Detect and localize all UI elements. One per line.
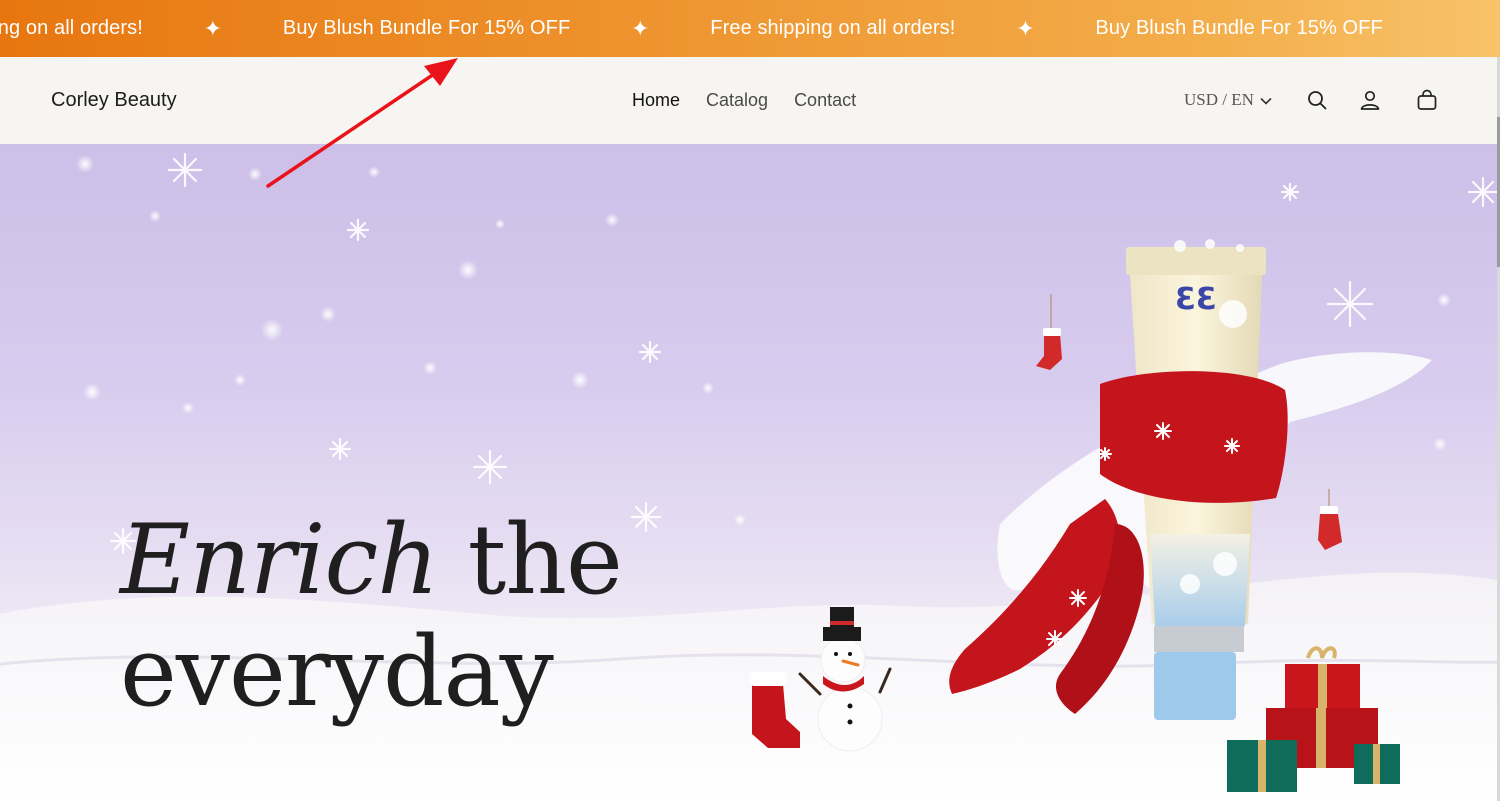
- store-logo[interactable]: Corley Beauty: [51, 89, 177, 112]
- hero-heading-italic: Enrich: [120, 504, 439, 616]
- localization-label: USD / EN: [1184, 90, 1254, 109]
- site-header: Corley Beauty Home Catalog Contact USD /…: [0, 57, 1497, 144]
- announcement-text[interactable]: Buy Blush Bundle For 15% OFF: [283, 17, 570, 40]
- sparkle-icon: ✦: [631, 15, 650, 41]
- sparkle-icon: ✦: [1016, 15, 1035, 41]
- hero-heading: Enrich the everyday: [120, 504, 623, 728]
- chevron-down-icon: [1260, 90, 1272, 110]
- announcement-text[interactable]: Buy Blush Bundle For 15% OFF: [1095, 17, 1382, 40]
- hero-heading-line2: everyday: [120, 616, 554, 728]
- sparkle-icon: ✦: [203, 15, 223, 41]
- cart-icon[interactable]: [1415, 88, 1439, 112]
- hero-heading-line1: the: [438, 504, 623, 616]
- hero-banner: ƐƐ Enrich the everyday: [0, 144, 1497, 801]
- currency-language-selector[interactable]: USD / EN: [1184, 90, 1272, 110]
- announcement-text: ping on all orders!: [0, 17, 143, 39]
- product-logo: ƐƐ: [1175, 282, 1217, 317]
- nav-contact-link[interactable]: Contact: [794, 90, 856, 111]
- account-icon[interactable]: [1358, 88, 1382, 112]
- nav-catalog-link[interactable]: Catalog: [706, 90, 768, 111]
- search-icon[interactable]: [1305, 88, 1329, 112]
- nav-home-link[interactable]: Home: [632, 90, 680, 111]
- main-nav: Home Catalog Contact: [632, 90, 856, 111]
- announcement-bar: ping on all orders! ✦ Buy Blush Bundle F…: [0, 0, 1500, 57]
- announcement-text: Free shipping on all orders!: [710, 17, 956, 39]
